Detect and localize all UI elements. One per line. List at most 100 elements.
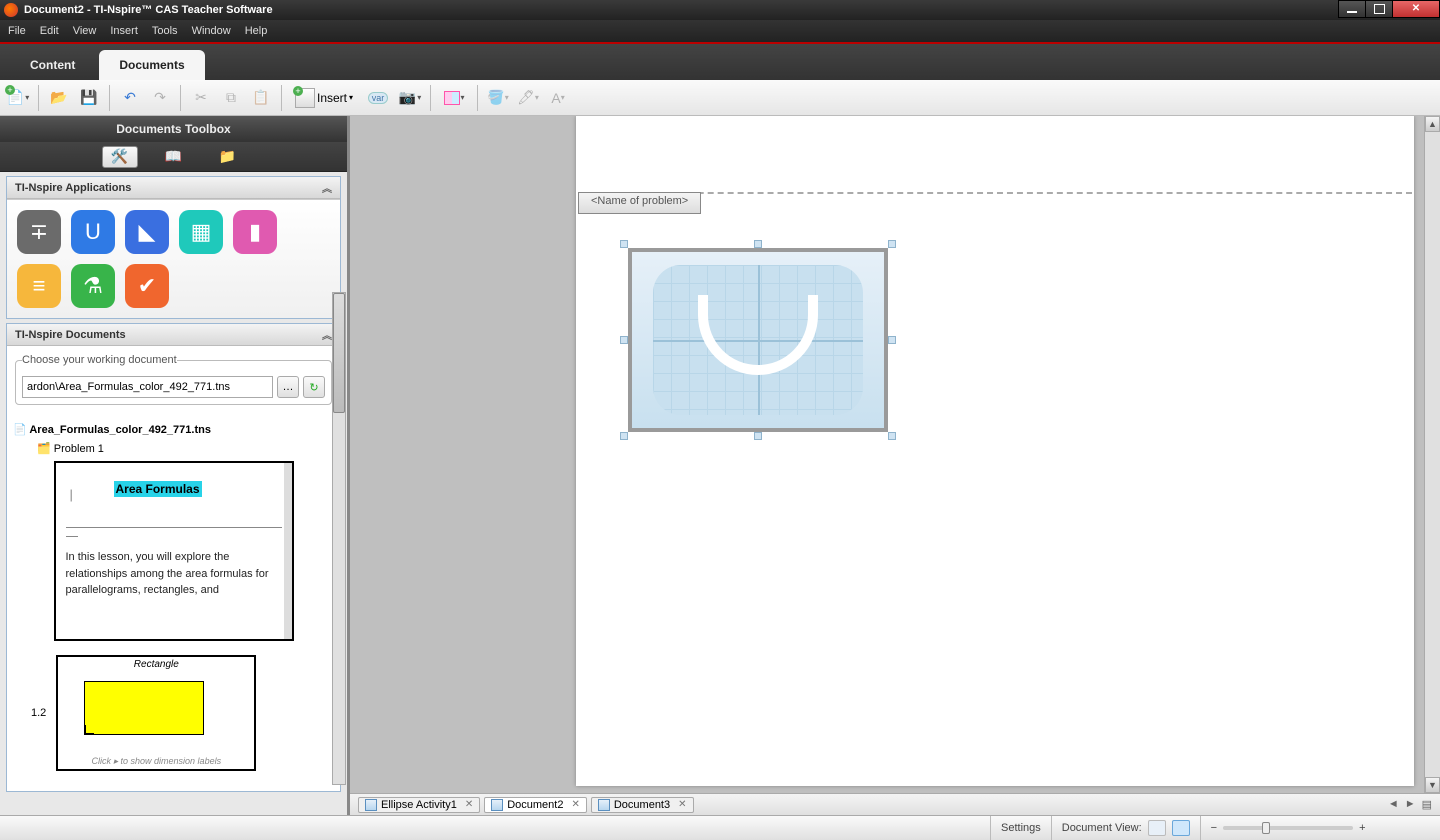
doc-tab-label: Ellipse Activity1: [381, 799, 457, 811]
cursor-icon: |: [70, 487, 73, 502]
menu-help[interactable]: Help: [245, 25, 268, 37]
paste-button[interactable]: 📋: [249, 86, 273, 110]
page-thumbnail-1-1[interactable]: | Area Formulas In this lesson, you will…: [54, 461, 294, 641]
resize-handle-w[interactable]: [620, 336, 628, 344]
copy-button[interactable]: ⧉: [219, 86, 243, 110]
browse-button[interactable]: …: [277, 376, 299, 398]
tab-documents[interactable]: Documents: [99, 50, 204, 80]
insert-label: Insert: [317, 91, 347, 105]
data-stats-icon[interactable]: ▮: [233, 210, 277, 254]
window-controls: [1339, 0, 1440, 18]
settings-label: Settings: [1001, 822, 1041, 834]
doc-tab[interactable]: Ellipse Activity1 ✕: [358, 797, 480, 813]
redo-button[interactable]: ↷: [148, 86, 172, 110]
scroll-down-button[interactable]: ▼: [1425, 777, 1440, 793]
scrollbar-thumb[interactable]: [333, 293, 345, 413]
doc-path-input[interactable]: [22, 376, 273, 398]
left-scrollbar[interactable]: [332, 292, 346, 785]
choose-doc-label: Choose your working document: [22, 354, 177, 366]
menu-window[interactable]: Window: [192, 25, 231, 37]
doc-tab[interactable]: Document3✕: [591, 797, 694, 813]
zoom-slider-knob[interactable]: [1262, 822, 1270, 834]
section-documents-header[interactable]: TI-Nspire Documents ︽: [7, 324, 340, 346]
menu-insert[interactable]: Insert: [110, 25, 138, 37]
tab-list-button[interactable]: ▤: [1422, 798, 1432, 811]
resize-handle-e[interactable]: [888, 336, 896, 344]
resize-handle-n[interactable]: [754, 240, 762, 248]
separator: [477, 85, 478, 111]
close-button[interactable]: [1392, 0, 1440, 18]
section-applications-header[interactable]: TI-Nspire Applications ︽: [7, 177, 340, 199]
save-button[interactable]: 💾: [77, 86, 101, 110]
resize-handle-sw[interactable]: [620, 432, 628, 440]
insert-button[interactable]: + Insert ▾: [290, 85, 358, 111]
zoom-out-button[interactable]: −: [1211, 822, 1217, 834]
menu-view[interactable]: View: [73, 25, 97, 37]
layout-button[interactable]: ▾: [439, 86, 469, 110]
rectangle-shape: [84, 681, 204, 735]
graphs-icon[interactable]: U: [71, 210, 115, 254]
document-icon: [491, 799, 503, 811]
titlebar: Document2 - TI-Nspire™ CAS Teacher Softw…: [0, 0, 1440, 20]
fill-color-button[interactable]: 🪣▾: [486, 86, 510, 110]
menu-edit[interactable]: Edit: [40, 25, 59, 37]
vernier-icon[interactable]: ⚗: [71, 264, 115, 308]
canvas[interactable]: <Name of problem>: [350, 116, 1424, 793]
selected-image-object[interactable]: [628, 248, 888, 432]
resize-handle-s[interactable]: [754, 432, 762, 440]
open-doc-button[interactable]: 📂: [47, 86, 71, 110]
resize-handle-ne[interactable]: [888, 240, 896, 248]
menu-file[interactable]: File: [8, 25, 26, 37]
toolbox-tab-content[interactable]: 📁: [210, 146, 246, 168]
toolbox-tab-tools[interactable]: 🛠️: [102, 146, 138, 168]
resize-handle-se[interactable]: [888, 432, 896, 440]
undo-button[interactable]: ↶: [118, 86, 142, 110]
refresh-button[interactable]: ↻: [303, 376, 325, 398]
canvas-scrollbar[interactable]: ▲ ▼: [1424, 116, 1440, 793]
problem-node[interactable]: 🗂️ Problem 1: [37, 442, 334, 455]
doc-tab[interactable]: Document2✕: [484, 797, 587, 813]
new-doc-button[interactable]: +📄▾: [6, 86, 30, 110]
zoom-slider[interactable]: [1223, 826, 1353, 830]
maximize-button[interactable]: [1365, 0, 1393, 18]
toolbox-header: Documents Toolbox: [0, 116, 347, 142]
separator: [430, 85, 431, 111]
lists-icon[interactable]: ▦: [179, 210, 223, 254]
tab-next-button[interactable]: ►: [1405, 798, 1416, 811]
screen-capture-button[interactable]: 📷▾: [398, 86, 422, 110]
geometry-icon[interactable]: ◣: [125, 210, 169, 254]
resize-handle-nw[interactable]: [620, 240, 628, 248]
thumb-title: Area Formulas: [114, 481, 202, 497]
working-document-chooser: Choose your working document … ↻: [7, 346, 340, 413]
minimize-button[interactable]: [1338, 0, 1366, 18]
tab-prev-button[interactable]: ◄: [1388, 798, 1399, 811]
question-icon[interactable]: ✔: [125, 264, 169, 308]
menu-tools[interactable]: Tools: [152, 25, 178, 37]
cut-button[interactable]: ✂: [189, 86, 213, 110]
scroll-up-button[interactable]: ▲: [1425, 116, 1440, 132]
close-tab-button[interactable]: ✕: [465, 799, 473, 810]
thumb-scrollbar[interactable]: [284, 463, 292, 639]
divider-short: [66, 536, 78, 537]
text-color-button[interactable]: A▾: [546, 86, 570, 110]
problem-name-tab[interactable]: <Name of problem>: [578, 192, 701, 214]
notes-icon[interactable]: ≡: [17, 264, 61, 308]
page-thumbnail-row-1-2: 1.2 Rectangle Click ▸ to show dimension …: [31, 655, 316, 771]
settings-segment[interactable]: Settings: [990, 816, 1051, 840]
toolbox-tabs: 🛠️ 📖 📁: [0, 142, 347, 172]
page-thumbnail-1-2[interactable]: Rectangle Click ▸ to show dimension labe…: [56, 655, 256, 771]
tab-content[interactable]: Content: [10, 50, 95, 80]
view-computer-button[interactable]: [1172, 820, 1190, 836]
toolbar: +📄▾ 📂 💾 ↶ ↷ ✂ ⧉ 📋 + Insert ▾ var 📷▾ ▾ 🪣▾…: [0, 80, 1440, 116]
chevron-down-icon: ▾: [349, 93, 353, 102]
variables-button[interactable]: var: [364, 86, 392, 110]
close-tab-button[interactable]: ✕: [678, 799, 686, 810]
doc-root[interactable]: 📄 Area_Formulas_color_492_771.tns: [13, 423, 334, 436]
zoom-in-button[interactable]: +: [1359, 822, 1365, 834]
toolbox-tab-utilities[interactable]: 📖: [156, 146, 192, 168]
line-color-button[interactable]: 🖊▾: [516, 86, 540, 110]
view-handheld-button[interactable]: [1148, 820, 1166, 836]
close-tab-button[interactable]: ✕: [571, 799, 579, 810]
statusbar: Settings Document View: − +: [0, 815, 1440, 840]
calculator-icon[interactable]: ∓: [17, 210, 61, 254]
